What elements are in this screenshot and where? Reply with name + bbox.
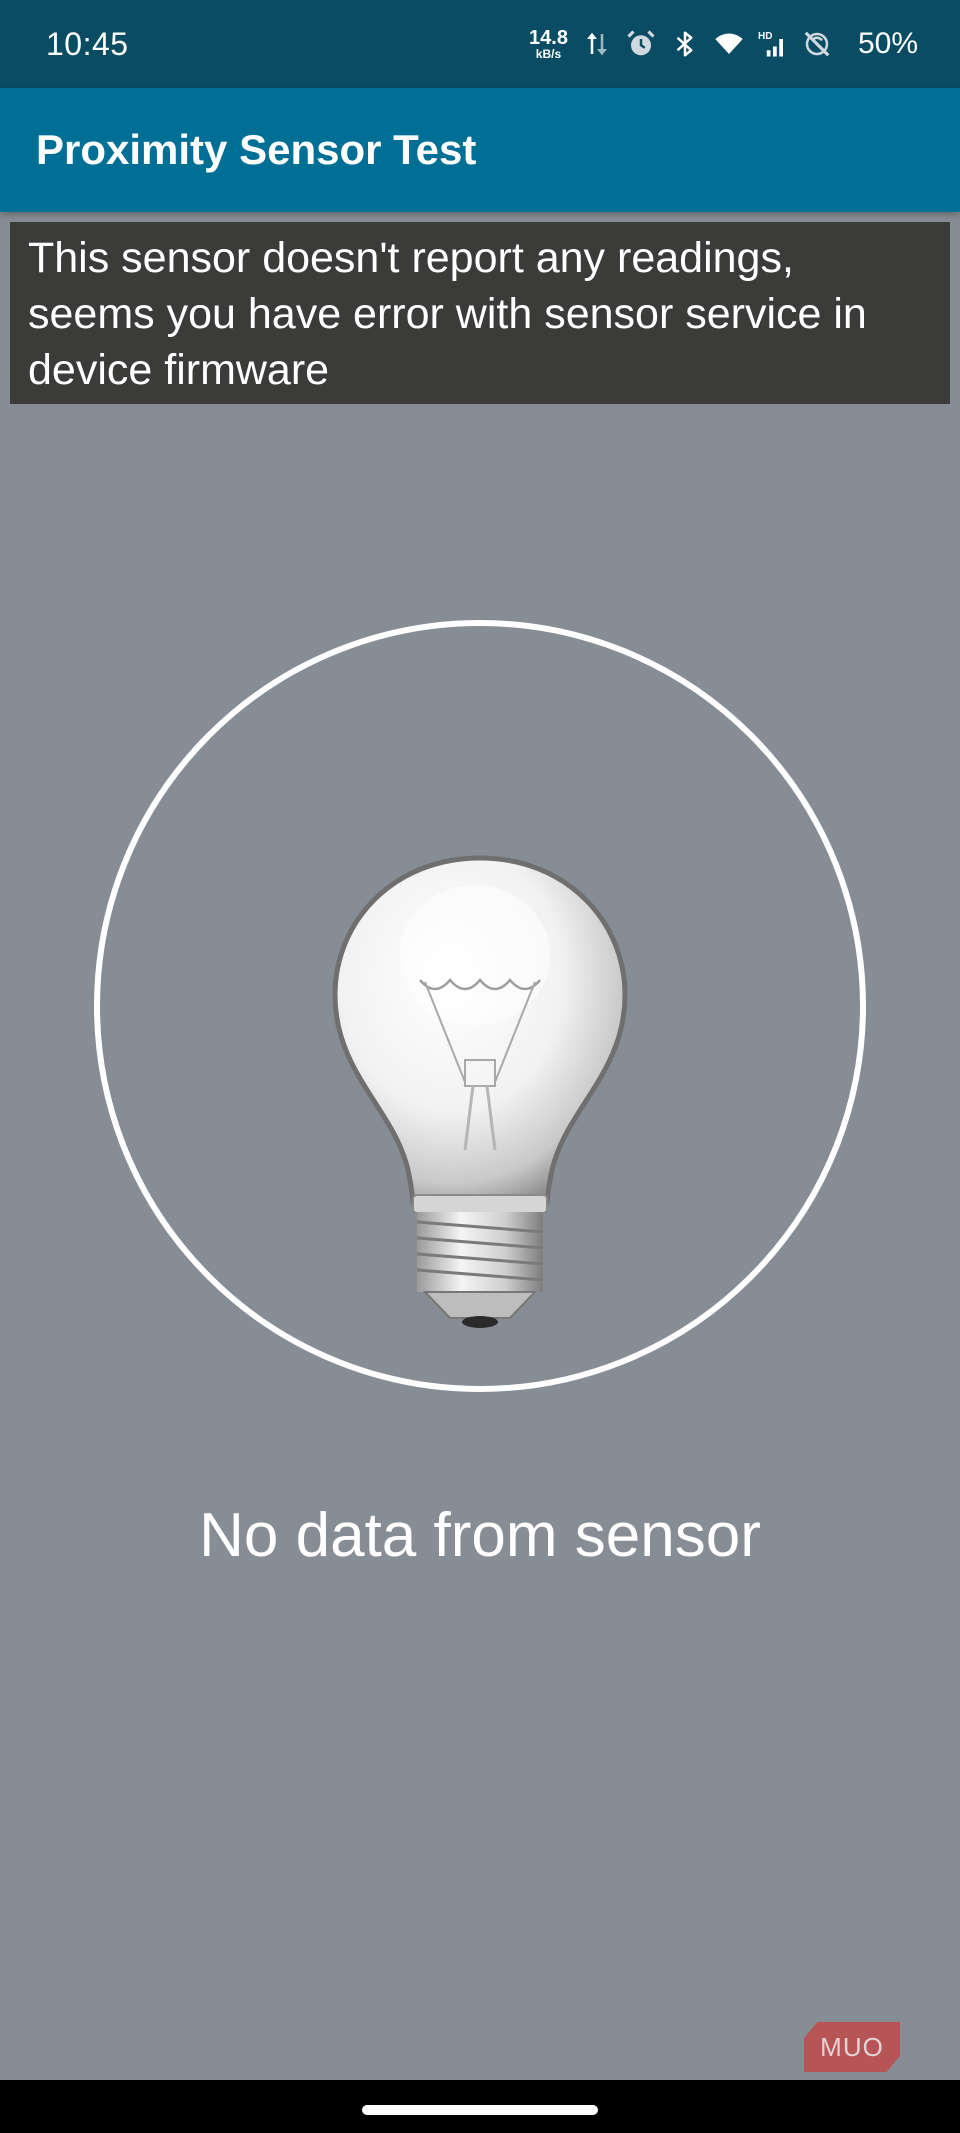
data-arrows-icon bbox=[586, 32, 607, 56]
network-speed-unit: kB/s bbox=[535, 47, 562, 61]
bluetooth-icon bbox=[676, 31, 693, 57]
network-speed-value: 14.8 bbox=[529, 27, 568, 49]
watermark-logo: MUO bbox=[804, 2022, 900, 2072]
app-bar: Proximity Sensor Test bbox=[0, 88, 960, 212]
network-speed: 14.8 kB/s bbox=[529, 28, 568, 60]
light-bulb-icon bbox=[325, 850, 635, 1330]
wifi-icon bbox=[715, 33, 743, 54]
status-icons: 14.8 kB/s HD 50% bbox=[529, 27, 918, 61]
status-bar: 10:45 14.8 kB/s HD 50% bbox=[0, 0, 960, 88]
error-banner: This sensor doesn't report any readings,… bbox=[10, 222, 950, 404]
svg-text:HD: HD bbox=[758, 31, 772, 42]
status-time: 10:45 bbox=[46, 25, 129, 62]
hd-signal-icon: HD bbox=[758, 31, 783, 57]
battery-percentage: 50% bbox=[857, 27, 918, 60]
page-title: Proximity Sensor Test bbox=[36, 126, 477, 173]
nfc-off-icon bbox=[804, 31, 830, 57]
home-gesture-handle[interactable] bbox=[362, 2105, 598, 2115]
sensor-status-text: No data from sensor bbox=[199, 1501, 761, 1570]
alarm-icon bbox=[627, 30, 655, 56]
